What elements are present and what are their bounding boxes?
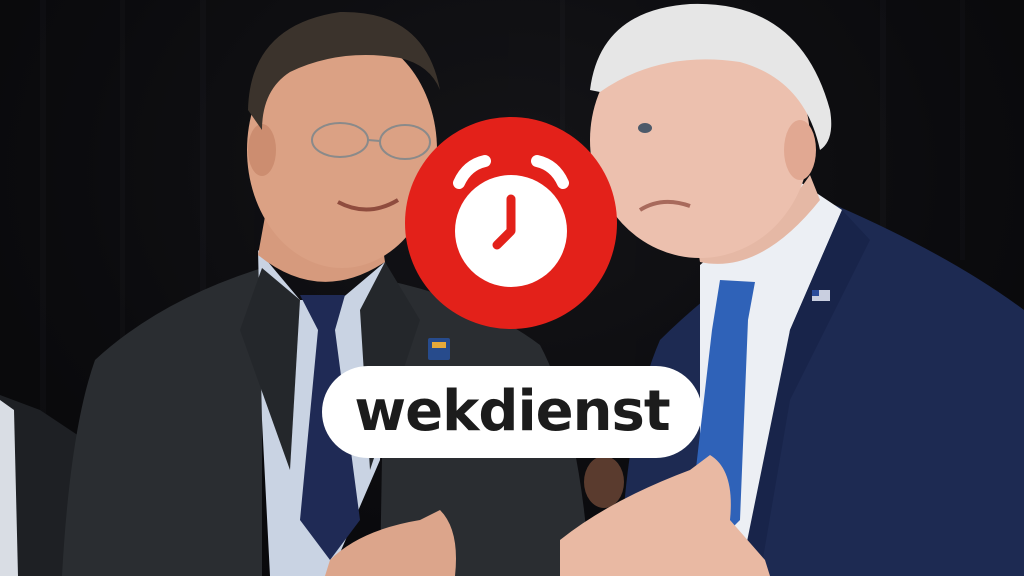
wekdienst-title: wekdienst (354, 379, 670, 444)
wekdienst-label: wekdienst (322, 366, 702, 458)
thumbnail-stage: wekdienst (0, 0, 1024, 576)
alarm-badge (405, 117, 617, 329)
background-person-center (584, 456, 624, 508)
